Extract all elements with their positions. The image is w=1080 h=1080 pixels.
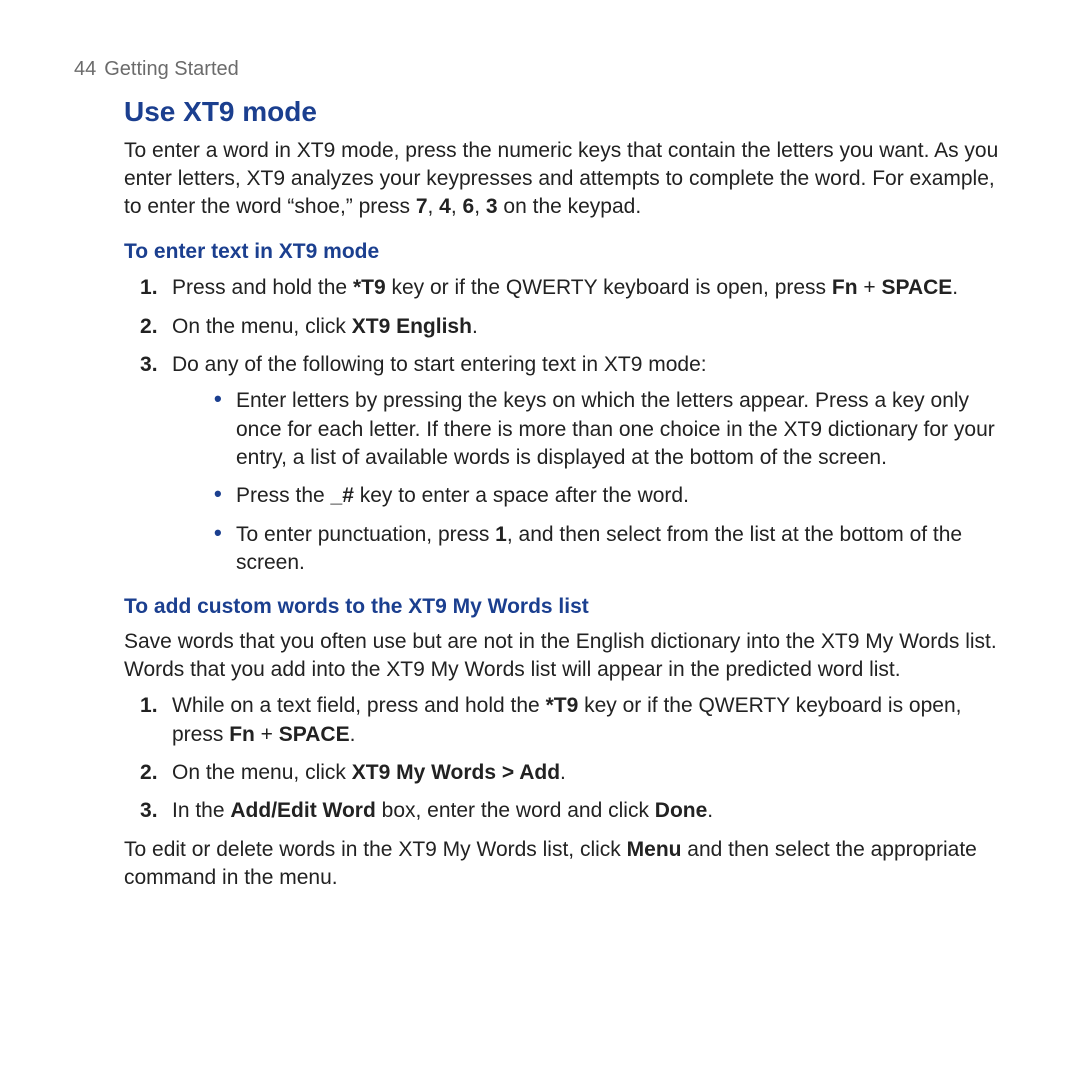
step-item: Do any of the following to start enterin… [170,351,1004,577]
step-item: In the Add/Edit Word box, enter the word… [170,797,1004,825]
section-title: Use XT9 mode [124,93,1004,131]
page-number: 44 [74,58,96,80]
sub2-intro: Save words that you often use but are no… [124,628,1004,685]
step-item: On the menu, click XT9 My Words > Add. [170,759,1004,787]
bullet-item: To enter punctuation, press 1, and then … [236,521,1004,578]
page-content: Use XT9 mode To enter a word in XT9 mode… [124,93,1004,892]
steps-my-words: While on a text field, press and hold th… [124,692,1004,825]
section-intro: To enter a word in XT9 mode, press the n… [124,137,1004,222]
chapter-name: Getting Started [104,58,239,80]
step-item: On the menu, click XT9 English. [170,313,1004,341]
subsection-title-enter-text: To enter text in XT9 mode [124,238,1004,266]
sub2-outro: To edit or delete words in the XT9 My Wo… [124,836,1004,893]
manual-page: 44 Getting Started Use XT9 mode To enter … [0,0,1080,1080]
steps-enter-text: Press and hold the *T9 key or if the QWE… [124,274,1004,577]
bullet-item: Press the _# key to enter a space after … [236,482,1004,510]
step-item: While on a text field, press and hold th… [170,692,1004,749]
page-header: 44 Getting Started [74,56,1008,83]
bullet-item: Enter letters by pressing the keys on wh… [236,387,1004,472]
subsection-title-my-words: To add custom words to the XT9 My Words … [124,593,1004,621]
step-item: Press and hold the *T9 key or if the QWE… [170,274,1004,302]
sub-bullets: Enter letters by pressing the keys on wh… [172,387,1004,577]
